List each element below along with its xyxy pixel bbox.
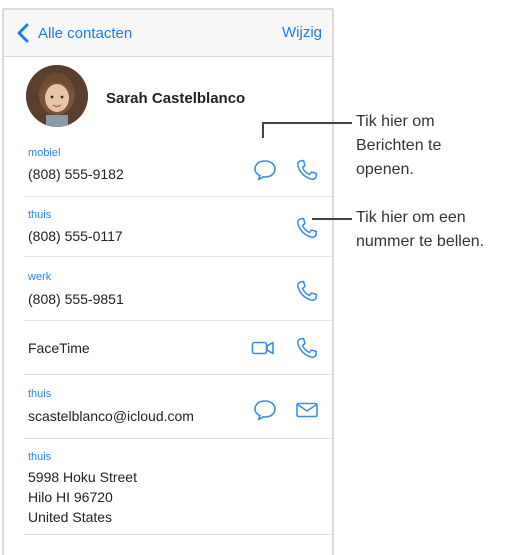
video-camera-icon [251,341,274,355]
callout-messages: Tik hier om Berichten te openen. [356,110,441,182]
facetime-row: FaceTime [4,321,332,375]
facetime-video-button[interactable] [250,335,276,361]
phone-handset-icon [297,280,318,301]
callout-call-line-2: nummer te bellen. [356,233,485,250]
email-label: thuis [28,388,52,400]
callout-leader-horizontal [262,122,352,124]
mail-button[interactable] [294,397,320,423]
call-button[interactable] [294,278,320,304]
phone-handset-icon [297,159,318,180]
message-button[interactable] [252,157,278,183]
speech-bubble-icon [254,160,276,181]
email-row[interactable]: thuis scastelblanco@icloud.com [4,375,332,439]
screenshot-stage: Alle contacten Wijzig Sarah Castelblanco [0,0,527,555]
back-button[interactable]: Alle contacten [16,23,132,43]
next-row-partial[interactable] [4,535,332,555]
phone-row-work[interactable]: werk (808) 555-9851 [4,257,332,321]
back-button-label: Alle contacten [38,24,133,42]
phone-label: mobiel [28,147,61,159]
email-address: scastelblanco@icloud.com [28,408,194,424]
phone-label: werk [28,271,52,283]
callout-messages-line-1: Tik hier om [356,113,435,130]
phone-number: (808) 555-9851 [28,291,124,307]
chevron-left-icon [17,23,29,43]
envelope-icon [296,402,318,418]
address-line-3: United States [28,509,113,525]
callout-call: Tik hier om een nummer te bellen. [356,206,484,254]
phone-label: thuis [28,209,52,221]
phone-number: (808) 555-0117 [28,228,123,244]
callout-messages-line-3: openen. [356,161,414,178]
speech-bubble-icon [254,400,276,421]
phone-handset-icon [297,337,318,358]
callout-leader-call [312,218,352,220]
phone-row-home[interactable]: thuis (808) 555-0117 [4,197,332,257]
phone-number: (808) 555-9182 [28,166,124,182]
facetime-label: FaceTime [28,340,90,356]
address-row[interactable]: thuis 5998 Hoku Street Hilo HI 96720 Uni… [4,439,332,535]
callout-call-line-1: Tik hier om een [356,209,466,226]
navigation-bar: Alle contacten Wijzig [4,10,332,57]
contact-card-screen: Alle contacten Wijzig Sarah Castelblanco [2,8,334,555]
message-button[interactable] [252,397,278,423]
phone-row-mobile[interactable]: mobiel (808) 555-9182 [4,135,332,197]
callout-leader-vertical [262,122,264,138]
contact-name: Sarah Castelblanco [106,90,246,107]
call-button[interactable] [294,157,320,183]
edit-button[interactable]: Wijzig [282,24,322,41]
address-line-2: Hilo HI 96720 [28,489,113,505]
address-label: thuis [28,451,52,463]
avatar [26,65,88,127]
facetime-audio-button[interactable] [294,335,320,361]
avatar-photo [26,65,88,127]
callout-messages-line-2: Berichten te [356,137,442,154]
address-line-1: 5998 Hoku Street [28,469,137,485]
